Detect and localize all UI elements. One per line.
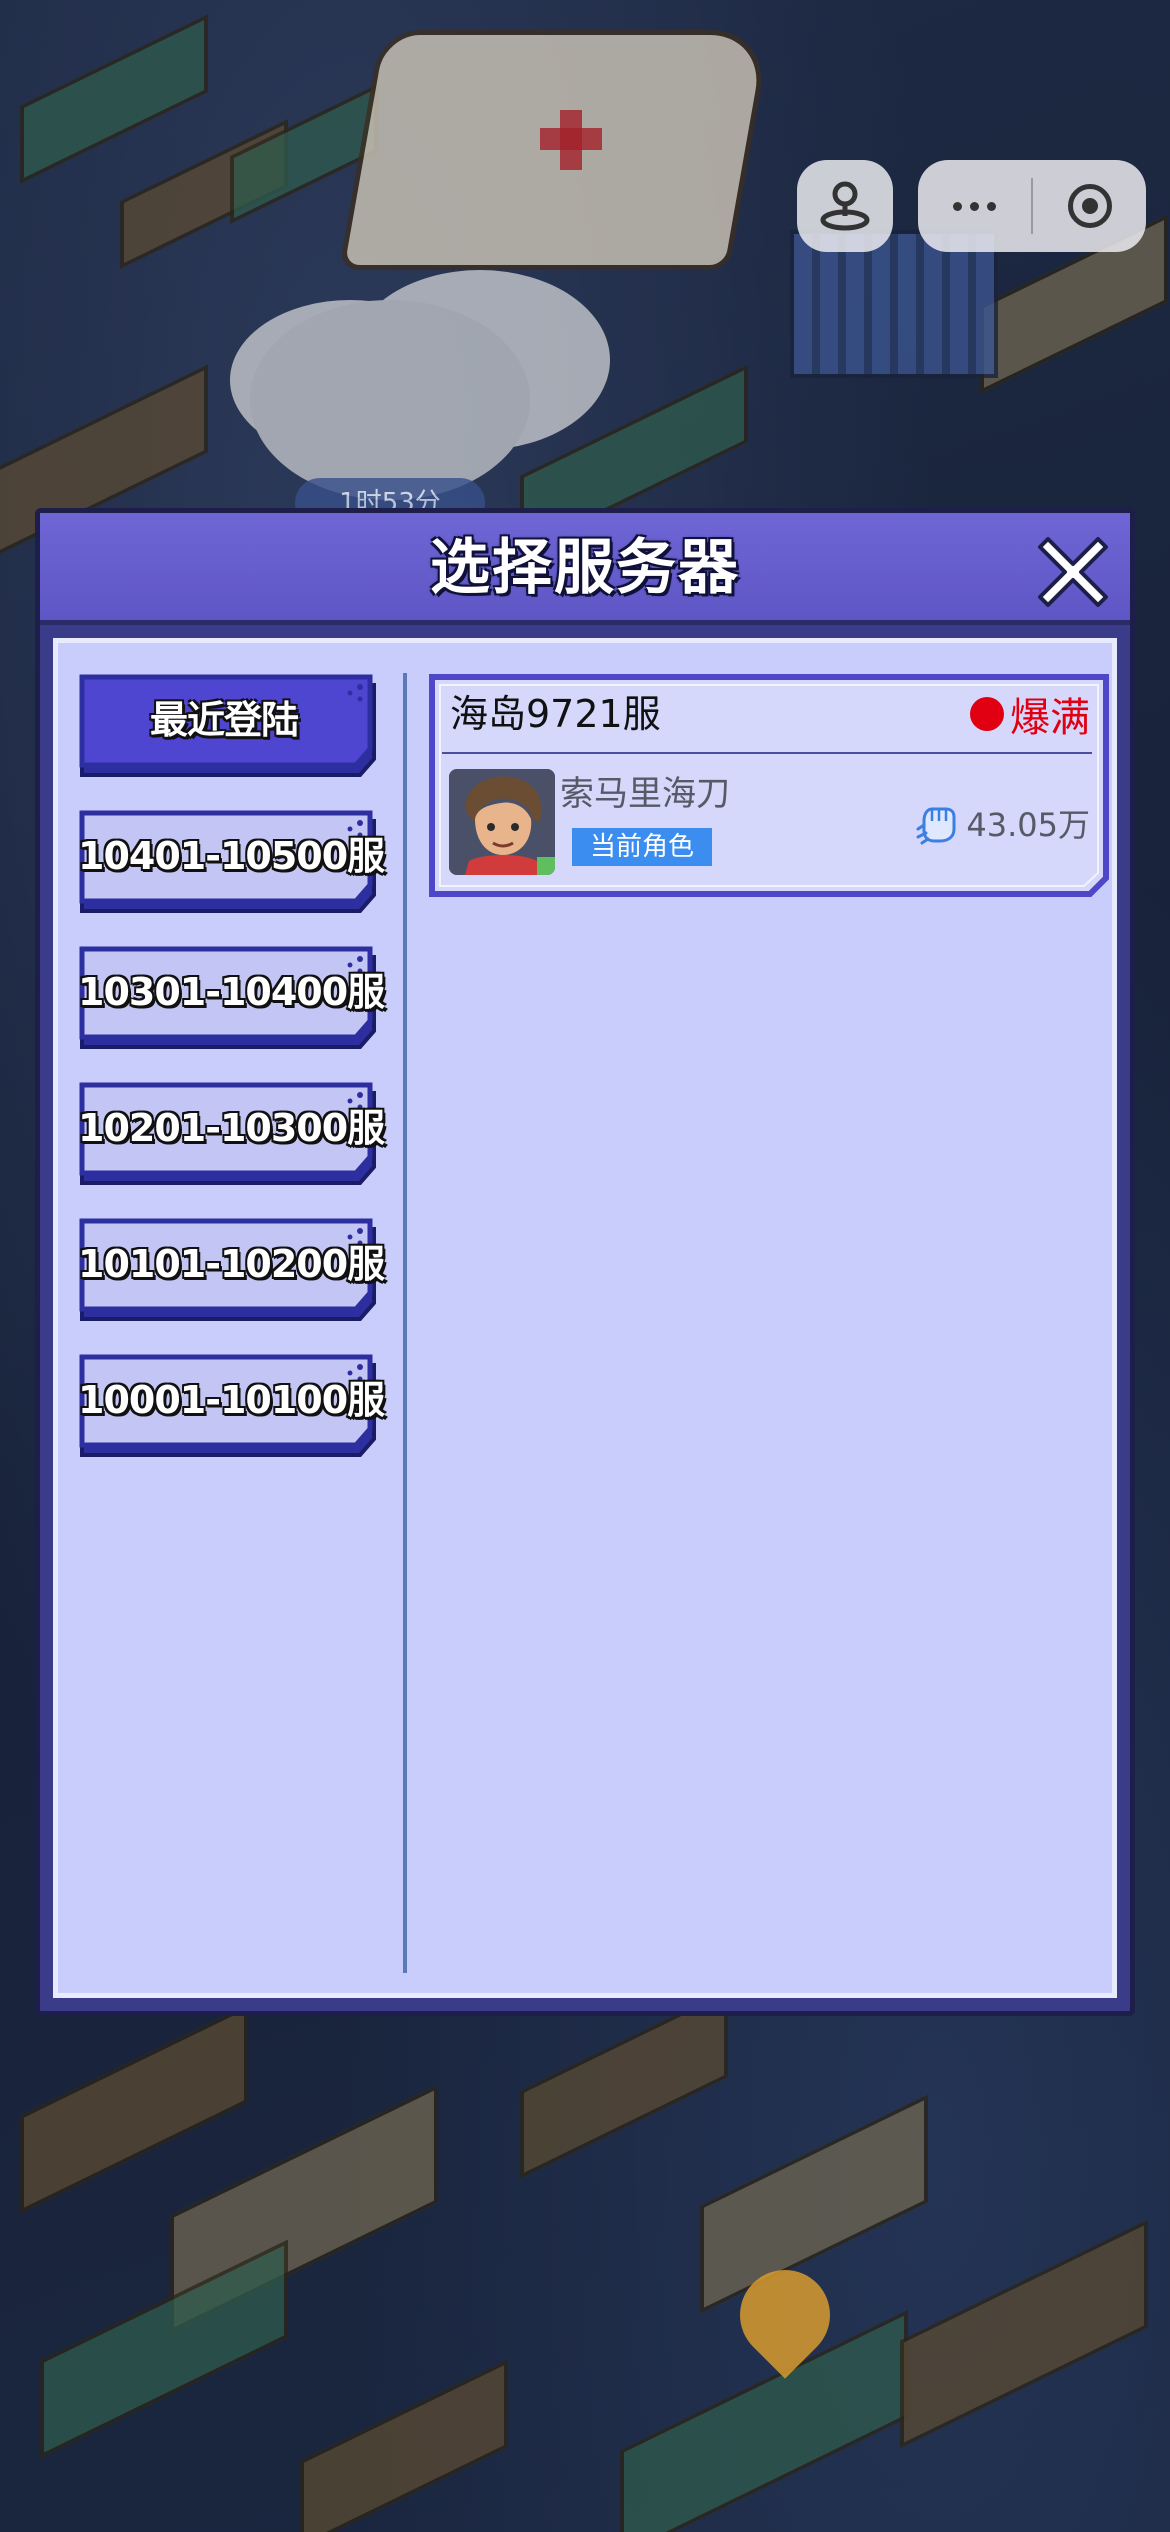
dialog-header: 选择服务器 xyxy=(40,513,1130,625)
dialog-body: 最近登陆 10401-10500服 10301-10400服 10201-10300服… xyxy=(53,638,1117,1998)
character-avatar xyxy=(449,769,555,875)
tab-label: 10301-10400服 xyxy=(78,970,385,1014)
card-separator xyxy=(442,752,1092,754)
status-dot-icon xyxy=(970,697,1004,731)
panel-divider xyxy=(403,673,407,1973)
close-icon xyxy=(1038,537,1108,607)
joystick-icon xyxy=(820,181,870,231)
dialog-title: 选择服务器 xyxy=(430,533,740,603)
tab-server-range[interactable]: 10301-10400服 xyxy=(78,945,385,1051)
server-card[interactable]: 海岛9721服 爆满 索马里海刀 当前角色 43.05万 xyxy=(428,673,1110,898)
close-button[interactable] xyxy=(1034,533,1112,611)
mini-program-capsule xyxy=(918,160,1146,252)
tab-label: 10001-10100服 xyxy=(78,1378,385,1422)
status-text: 爆满 xyxy=(1010,695,1090,741)
joystick-button[interactable] xyxy=(797,160,893,252)
close-target-icon xyxy=(1067,184,1112,228)
current-role-badge: 当前角色 xyxy=(572,828,712,866)
character-portrait-icon xyxy=(449,769,555,875)
server-status: 爆满 xyxy=(970,681,1090,747)
role-name: 索马里海刀 xyxy=(560,774,730,814)
server-select-dialog: 选择服务器 最近登陆 10401-10500服 10301-10400服 10201-… xyxy=(35,508,1135,2016)
combat-power-value: 43.05万 xyxy=(966,806,1090,844)
tab-recent-login[interactable]: 最近登陆 xyxy=(78,673,378,779)
tab-server-range[interactable]: 10401-10500服 xyxy=(78,809,385,915)
tab-server-range[interactable]: 10101-10200服 xyxy=(78,1217,385,1323)
tab-label: 10101-10200服 xyxy=(78,1242,385,1286)
tab-server-range[interactable]: 10001-10100服 xyxy=(78,1353,385,1459)
more-dots-icon xyxy=(953,201,996,211)
combat-power: 43.05万 xyxy=(914,795,1090,851)
tab-label: 最近登陆 xyxy=(149,698,299,742)
smoke-cloud xyxy=(250,300,530,500)
red-cross-icon xyxy=(540,128,602,150)
tab-label: 10201-10300服 xyxy=(78,1106,385,1150)
medical-tent xyxy=(338,30,772,270)
game-screen: 1时53分 选择服务器 最近登陆 10401-10500服 10301-1040… xyxy=(0,0,1170,2532)
building xyxy=(790,230,998,378)
close-program-button[interactable] xyxy=(1033,160,1146,252)
server-name: 海岛9721服 xyxy=(450,692,661,736)
more-button[interactable] xyxy=(918,160,1031,252)
fist-icon xyxy=(916,807,956,845)
tab-label: 10401-10500服 xyxy=(78,834,385,878)
tab-server-range[interactable]: 10201-10300服 xyxy=(78,1081,385,1187)
